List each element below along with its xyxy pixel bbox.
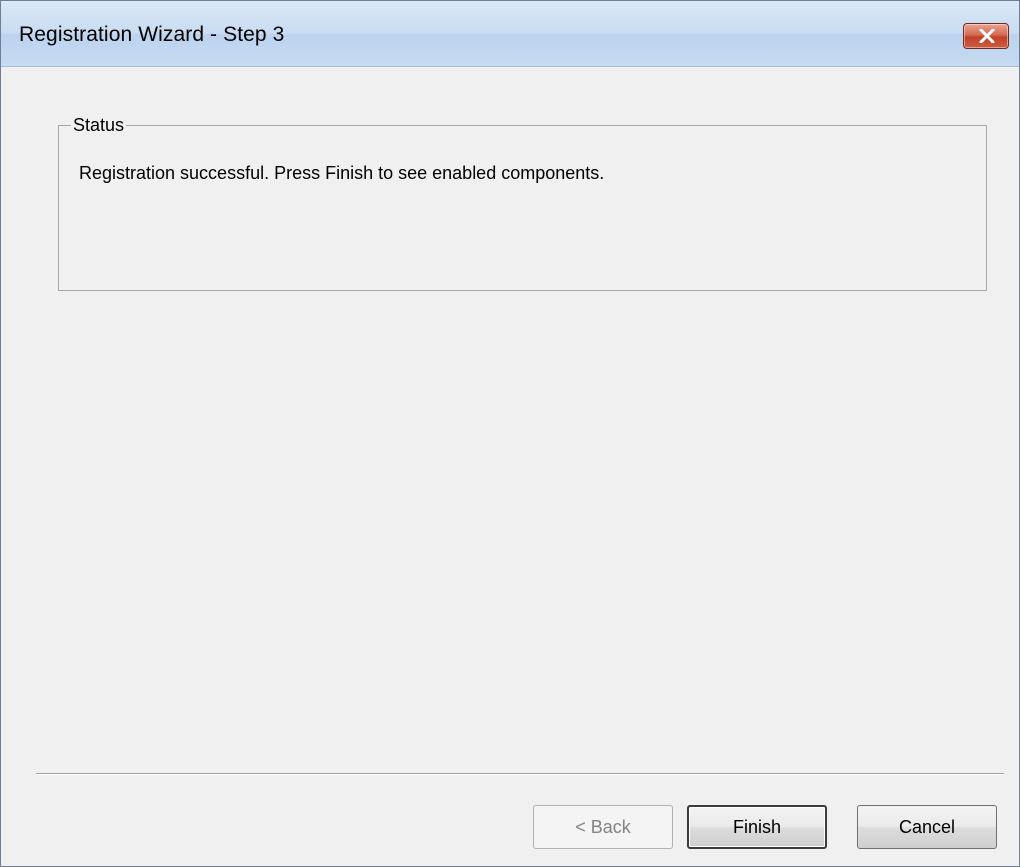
back-button[interactable]: < Back <box>533 805 673 849</box>
status-message: Registration successful. Press Finish to… <box>79 163 605 183</box>
status-legend: Status <box>73 115 125 135</box>
cancel-button[interactable]: Cancel <box>857 805 997 849</box>
window-title: Registration Wizard - Step 3 <box>19 23 285 46</box>
wizard-body: Status Registration successful. Press Fi… <box>9 67 1011 860</box>
status-group: Status Registration successful. Press Fi… <box>58 115 987 291</box>
title-bar[interactable]: Registration Wizard - Step 3 <box>1 1 1019 67</box>
button-separator <box>36 773 1004 775</box>
close-button[interactable] <box>963 23 1009 49</box>
close-icon <box>979 29 995 43</box>
registration-wizard-window: Registration Wizard - Step 3 Status Regi… <box>0 0 1020 867</box>
finish-button[interactable]: Finish <box>687 805 827 849</box>
